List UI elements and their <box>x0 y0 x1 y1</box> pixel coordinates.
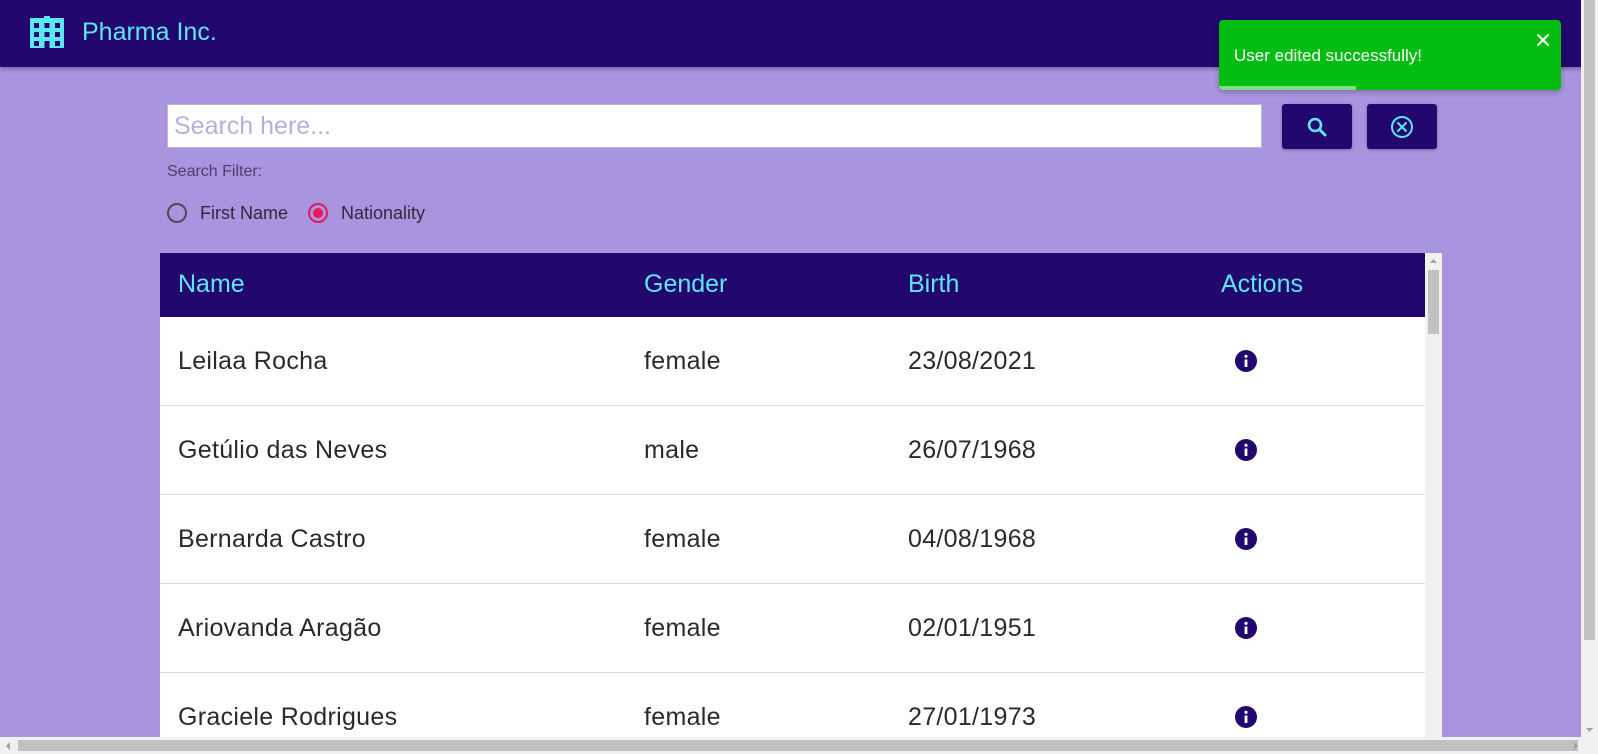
cell-name: Ariovanda Aragão <box>178 614 382 642</box>
column-header-name[interactable]: Name <box>178 270 245 299</box>
cell-gender: female <box>644 525 721 553</box>
table-row: Leilaa Rocha female 23/08/2021 <box>160 317 1425 406</box>
column-header-gender[interactable]: Gender <box>644 270 727 299</box>
building-icon <box>30 16 64 48</box>
search-icon <box>1307 117 1327 136</box>
scroll-left-arrow-icon[interactable] <box>4 741 12 751</box>
radio-first-name[interactable]: First Name <box>167 202 288 224</box>
cell-name: Bernarda Castro <box>178 525 366 553</box>
table-row: Getúlio das Neves male 26/07/1968 <box>160 406 1425 495</box>
search-button[interactable] <box>1282 104 1352 149</box>
cell-name: Getúlio das Neves <box>178 436 388 464</box>
toast-message: User edited successfully! <box>1234 46 1423 65</box>
table-row: Ariovanda Aragão female 02/01/1951 <box>160 584 1425 673</box>
cell-gender: male <box>644 436 700 464</box>
column-header-actions: Actions <box>1221 270 1303 298</box>
radio-label: Nationality <box>341 202 426 223</box>
cell-birth: 26/07/1968 <box>908 436 1037 464</box>
radio-label: First Name <box>200 202 289 223</box>
table-scrollbar-thumb[interactable] <box>1428 270 1439 334</box>
page-horizontal-scrollbar-thumb[interactable] <box>18 740 1578 751</box>
close-icon[interactable] <box>1535 32 1551 48</box>
patients-table: Name Gender Birth Actions Leilaa Rocha f… <box>160 253 1442 739</box>
cell-birth: 02/01/1951 <box>908 614 1037 642</box>
clear-search-button[interactable] <box>1367 104 1437 149</box>
page-vertical-scrollbar-thumb[interactable] <box>1584 0 1595 640</box>
cell-gender: female <box>644 614 721 642</box>
cell-gender: female <box>644 703 721 731</box>
cell-name: Leilaa Rocha <box>178 347 328 375</box>
success-toast: User edited successfully! <box>1219 20 1561 90</box>
table-row: Bernarda Castro female 04/08/1968 <box>160 495 1425 584</box>
cell-birth: 04/08/1968 <box>908 525 1037 553</box>
cell-name: Graciele Rodrigues <box>178 703 398 731</box>
column-header-birth[interactable]: Birth <box>908 270 959 299</box>
table-header: Name Gender Birth Actions <box>160 253 1425 317</box>
cell-birth: 27/01/1973 <box>908 703 1037 731</box>
radio-button[interactable] <box>308 203 328 223</box>
info-icon[interactable] <box>1235 706 1257 728</box>
cell-birth: 23/08/2021 <box>908 347 1037 375</box>
scroll-up-arrow-icon[interactable] <box>1428 257 1439 265</box>
info-icon[interactable] <box>1235 617 1257 639</box>
table-row: Graciele Rodrigues female 27/01/1973 <box>160 673 1425 739</box>
brand-name[interactable]: Pharma Inc. <box>82 18 217 47</box>
scroll-down-arrow-icon[interactable] <box>1584 726 1595 734</box>
info-icon[interactable] <box>1235 439 1257 461</box>
info-icon[interactable] <box>1235 350 1257 372</box>
radio-nationality[interactable]: Nationality <box>308 202 425 224</box>
scroll-right-arrow-icon[interactable] <box>1572 741 1580 751</box>
search-filter-label: Search Filter: <box>167 163 263 180</box>
cancel-circle-icon <box>1391 115 1413 138</box>
search-input[interactable] <box>167 104 1262 148</box>
toast-progress-bar <box>1219 86 1356 90</box>
radio-button[interactable] <box>167 203 187 223</box>
cell-gender: female <box>644 347 721 375</box>
info-icon[interactable] <box>1235 528 1257 550</box>
